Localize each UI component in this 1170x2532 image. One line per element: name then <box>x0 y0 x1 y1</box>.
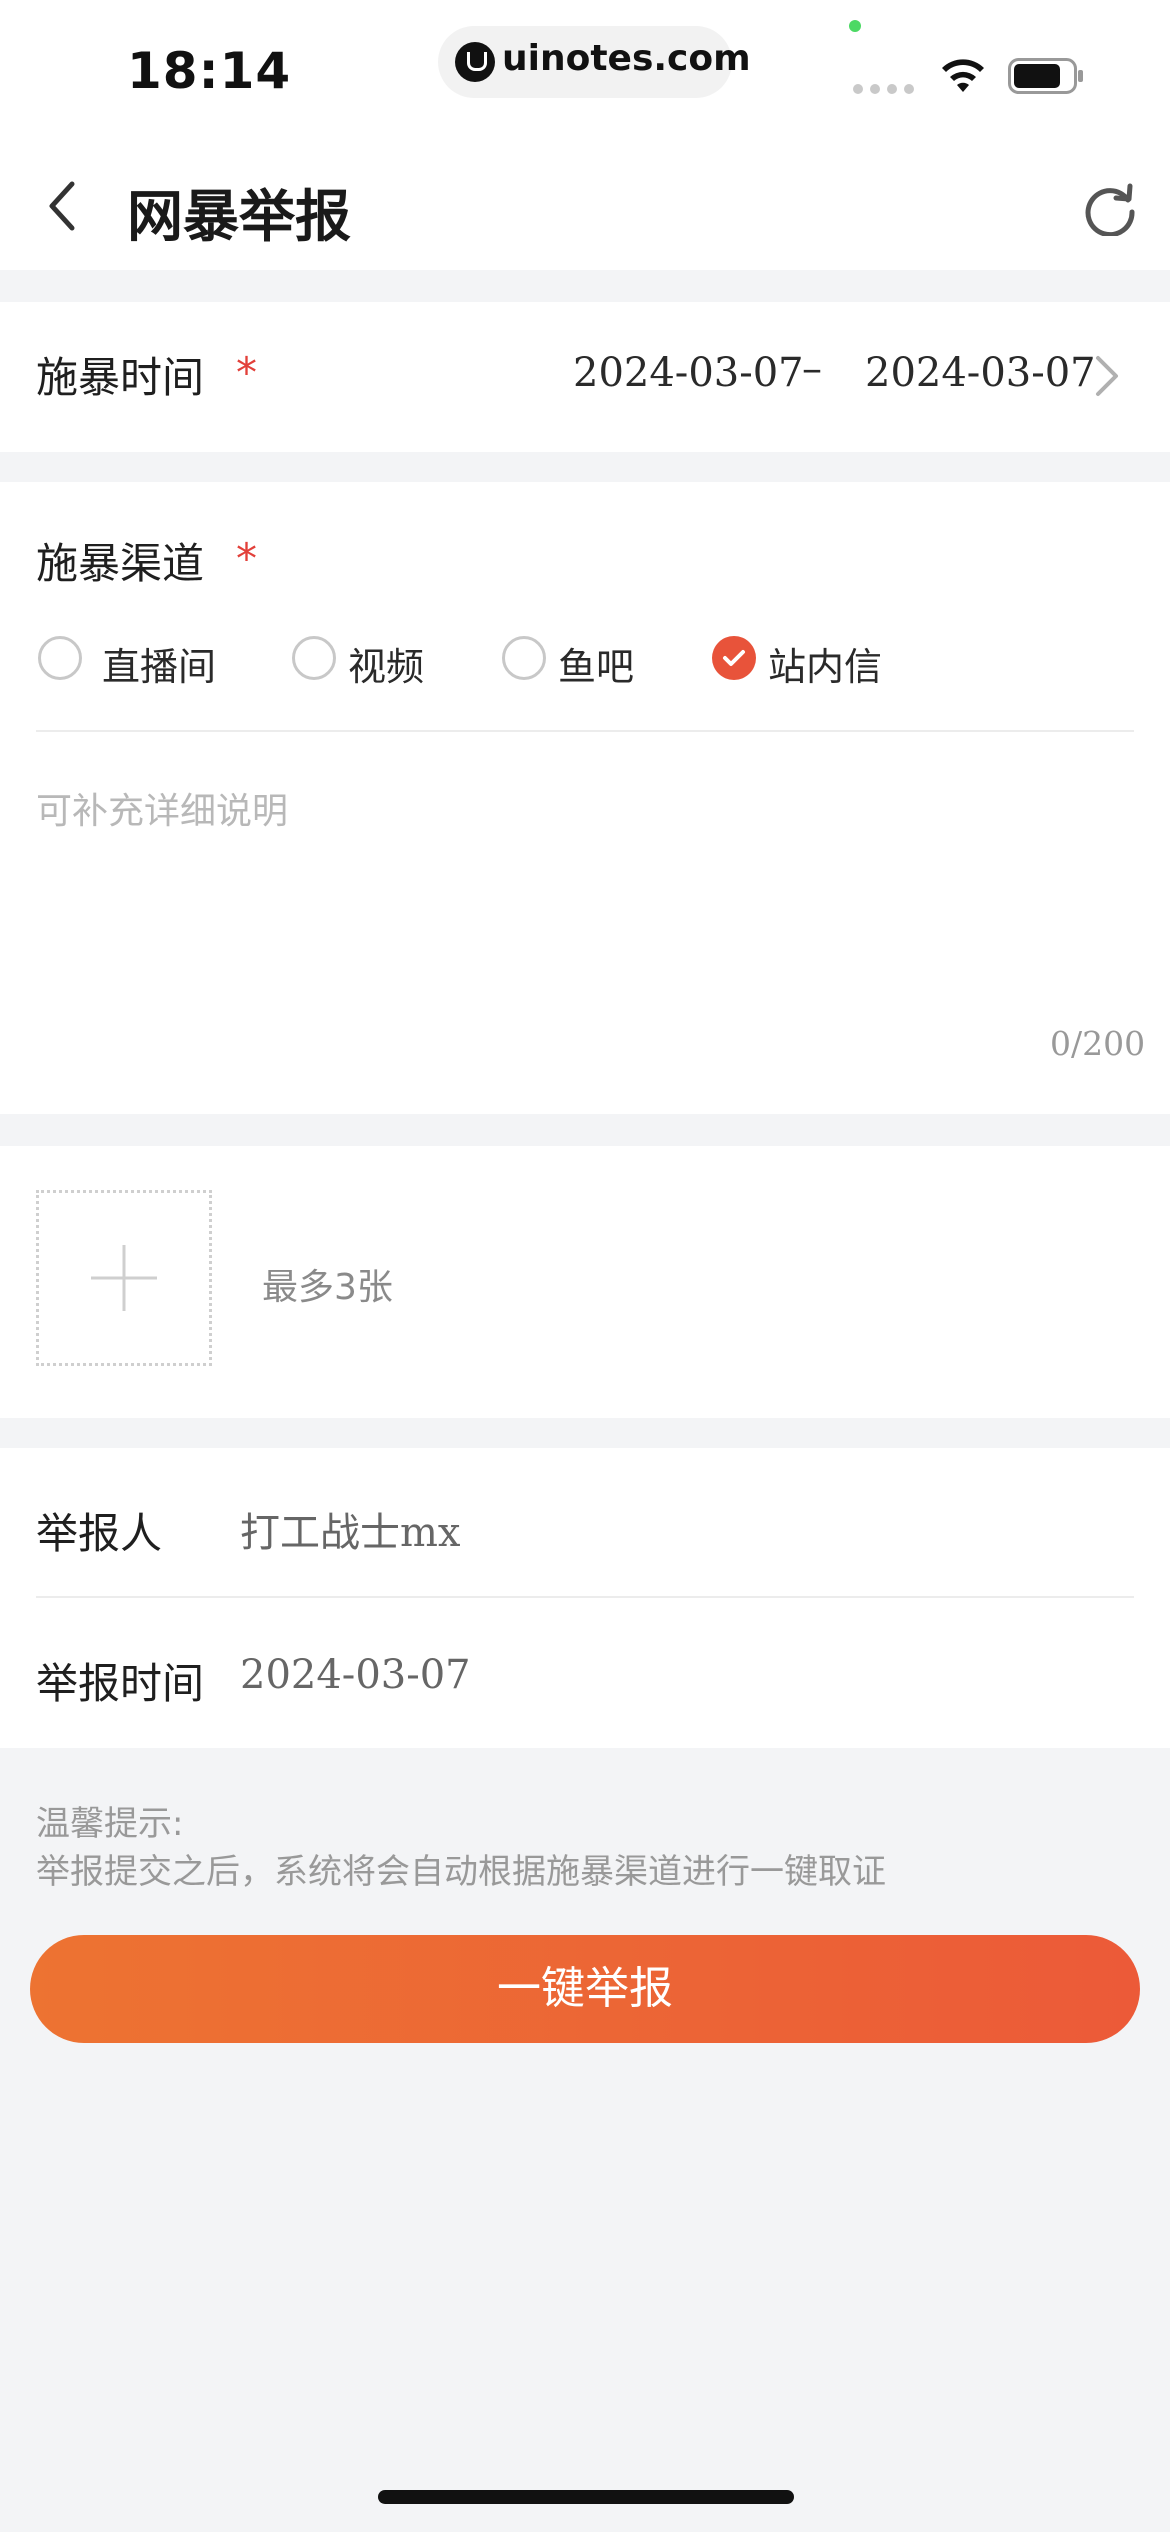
report-time-value: 2024-03-07 <box>240 1652 471 1698</box>
refresh-icon[interactable] <box>1080 180 1140 236</box>
tips-title: 温馨提示: <box>36 1804 184 1844</box>
plus-icon <box>91 1245 157 1311</box>
char-counter: 0/200 <box>1050 1024 1146 1063</box>
radio-inbox-message[interactable] <box>712 636 756 680</box>
upload-image-button[interactable] <box>36 1190 212 1366</box>
home-indicator <box>378 2490 794 2504</box>
violence-time-label: 施暴时间 <box>36 353 205 402</box>
signal-icon <box>853 84 915 94</box>
submit-report-button[interactable]: 一键举报 <box>30 1935 1140 2043</box>
radio-label-fishbar[interactable]: 鱼吧 <box>558 636 634 691</box>
violence-channel-label: 施暴渠道 <box>36 539 205 588</box>
required-mark: * <box>236 534 257 583</box>
reporter-value: 打工战士mx <box>240 1510 461 1556</box>
divider <box>36 730 1134 732</box>
status-time: 18:14 <box>127 42 292 100</box>
upload-hint: 最多3张 <box>262 1267 393 1308</box>
radio-video[interactable] <box>292 636 336 680</box>
battery-icon <box>1008 58 1083 94</box>
radio-label-livestream[interactable]: 直播间 <box>102 636 216 691</box>
page-title: 网暴举报 <box>127 185 351 250</box>
start-date[interactable]: 2024-03-07 <box>573 350 804 396</box>
reporter-label: 举报人 <box>36 1509 163 1558</box>
radio-livestream[interactable] <box>38 636 82 680</box>
wifi-icon <box>942 59 984 92</box>
tips-body: 举报提交之后，系统将会自动根据施暴渠道进行一键取证 <box>36 1852 886 1892</box>
date-separator: – <box>802 346 822 392</box>
checkmark-icon <box>723 650 745 666</box>
radio-label-inbox-message[interactable]: 站内信 <box>768 636 882 691</box>
site-logo-icon <box>455 42 495 82</box>
privacy-indicator-icon <box>849 20 861 32</box>
chevron-right-icon[interactable] <box>1092 352 1122 400</box>
divider <box>36 1596 1134 1598</box>
chevron-left-icon[interactable] <box>42 178 82 234</box>
url-text[interactable]: uinotes.com <box>502 38 751 79</box>
detail-textarea[interactable]: 可补充详细说明 <box>36 782 288 834</box>
end-date[interactable]: 2024-03-07 <box>865 350 1096 396</box>
radio-label-video[interactable]: 视频 <box>348 636 424 691</box>
radio-fishbar[interactable] <box>502 636 546 680</box>
required-mark: * <box>236 348 257 397</box>
report-time-label: 举报时间 <box>36 1659 205 1708</box>
